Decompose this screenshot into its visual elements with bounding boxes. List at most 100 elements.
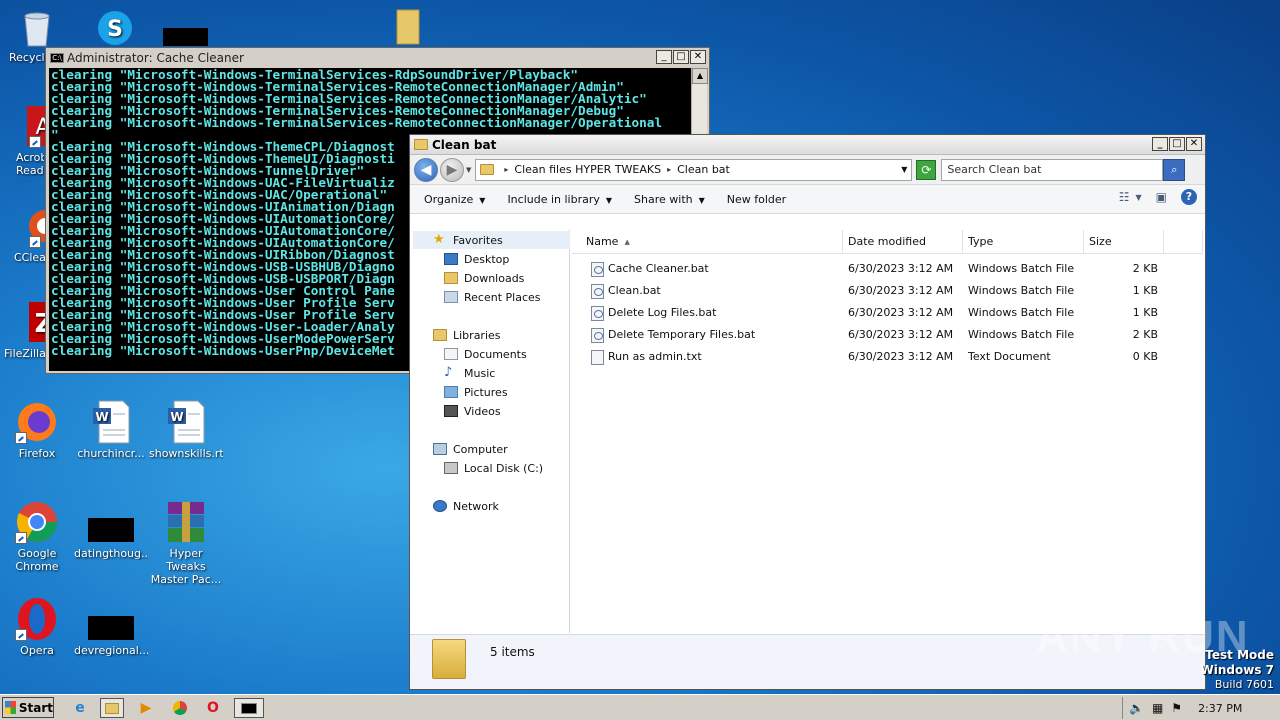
column-header-size[interactable]: Size [1084, 230, 1164, 254]
column-header-name[interactable]: Name ▲ [572, 230, 843, 254]
explorer-titlebar[interactable]: Clean bat _ □ ✕ [410, 135, 1205, 155]
nav-label: Local Disk (C:) [464, 461, 544, 475]
column-header-type[interactable]: Type [963, 230, 1084, 254]
breadcrumb-item[interactable]: Clean bat [677, 163, 730, 176]
nav-item-desktop[interactable]: Desktop [444, 250, 509, 268]
navigation-pane[interactable]: ★ Favorites Desktop Downloads Recent Plac… [413, 230, 570, 633]
volume-icon[interactable]: 🔈 [1129, 701, 1144, 715]
share-with-button[interactable]: Share with ▼ [634, 193, 705, 206]
batch-file-icon [591, 262, 604, 277]
desktop-icon-churchincr[interactable]: W churchincr... [74, 400, 148, 460]
nav-item-favorites[interactable]: ★ Favorites [433, 231, 503, 249]
refresh-icon[interactable]: ⟳ [916, 159, 937, 180]
search-icon[interactable]: ⌕ [1163, 158, 1186, 181]
cmd-titlebar[interactable]: C:\ Administrator: Cache Cleaner _ □ ✕ [46, 48, 709, 68]
shortcut-arrow-icon [15, 629, 27, 641]
desktop-icon-firefox[interactable]: Firefox [0, 400, 74, 460]
nav-item-documents[interactable]: Documents [444, 345, 527, 363]
desktop-icon-folder[interactable] [370, 6, 444, 53]
desktop-icon-chrome[interactable]: Google Chrome [0, 500, 74, 573]
desktop-icon-datingthough[interactable]: datingthoug... [74, 500, 148, 560]
nav-item-downloads[interactable]: Downloads [444, 269, 524, 287]
desktop-icon-shownskills[interactable]: W shownskills.rtf [149, 400, 223, 460]
media-player-icon[interactable]: ▶ [134, 698, 158, 718]
redacted-icon [163, 28, 208, 46]
address-box[interactable]: ▸ Clean files HYPER TWEAKS ▸ Clean bat ▼ [475, 158, 913, 181]
folder-icon [432, 639, 466, 679]
nav-item-music[interactable]: ♪ Music [444, 364, 495, 382]
help-icon[interactable]: ? [1181, 189, 1197, 205]
preview-pane-icon[interactable]: ▣ [1156, 190, 1167, 204]
opera-icon [15, 597, 59, 641]
nav-item-recent-places[interactable]: Recent Places [444, 288, 541, 306]
windows-logo-icon [5, 701, 16, 714]
file-name: Cache Cleaner.bat [608, 262, 709, 275]
forward-button[interactable]: ▶ [440, 157, 464, 182]
text-file-icon [591, 350, 604, 365]
cmd-taskbar-icon[interactable] [234, 698, 264, 718]
clock[interactable]: 2:37 PM [1198, 702, 1242, 715]
view-options-icon[interactable]: ☷ [1119, 190, 1130, 204]
file-row[interactable]: Delete Log Files.bat 6/30/2023 3:12 AM Win… [572, 302, 1172, 324]
desktop-icon-opera[interactable]: Opera [0, 597, 74, 657]
nav-item-videos[interactable]: Videos [444, 402, 501, 420]
opera-taskbar-icon[interactable]: O [201, 698, 225, 718]
file-row[interactable]: Cache Cleaner.bat 6/30/2023 3:12 AM Window… [572, 258, 1172, 280]
close-button[interactable]: ✕ [1186, 137, 1202, 151]
column-label: Size [1089, 235, 1112, 248]
organize-button[interactable]: Organize ▼ [424, 193, 485, 206]
sort-ascending-icon: ▲ [624, 237, 630, 246]
breadcrumb-chevron-icon[interactable]: ▸ [504, 165, 508, 174]
view-dropdown-icon[interactable]: ▼ [1136, 193, 1142, 202]
include-in-library-button[interactable]: Include in library ▼ [507, 193, 612, 206]
nav-label: Desktop [464, 252, 510, 266]
new-folder-button[interactable]: New folder [727, 193, 786, 206]
shortcut-arrow-icon [15, 532, 27, 544]
close-button[interactable]: ✕ [690, 50, 706, 64]
start-label: Start [18, 700, 53, 715]
maximize-button[interactable]: □ [673, 50, 689, 64]
explorer-taskbar-icon[interactable] [100, 698, 124, 718]
explorer-window[interactable]: Clean bat _ □ ✕ ◀ ▶ ▼ ▸ Clean files HYPE… [409, 134, 1206, 690]
file-row[interactable]: Run as admin.txt 6/30/2023 3:12 AM Text Do… [572, 346, 1172, 368]
nav-item-computer[interactable]: Computer [433, 440, 508, 458]
internet-explorer-icon[interactable]: e [68, 698, 92, 718]
file-list[interactable]: Name ▲ Date modified Type Size Cache Clea… [572, 230, 1203, 633]
firefox-icon [15, 400, 59, 444]
file-row[interactable]: Clean.bat 6/30/2023 3:12 AM Windows Batch … [572, 280, 1172, 302]
file-date: 6/30/2023 3:12 AM [848, 328, 954, 341]
breadcrumb-item[interactable]: Clean files HYPER TWEAKS [514, 163, 661, 176]
desktop-icon-devregional[interactable]: devregional... [74, 597, 148, 657]
chrome-taskbar-icon[interactable] [168, 698, 192, 718]
flag-icon[interactable]: ⚑ [1171, 701, 1182, 715]
console-icon: C:\ [50, 53, 64, 63]
network-tray-icon[interactable]: ▦ [1152, 701, 1163, 715]
back-button[interactable]: ◀ [414, 157, 438, 182]
desktop-icon-label: Firefox [18, 447, 56, 460]
breadcrumb-chevron-icon[interactable]: ▸ [667, 165, 671, 174]
nav-label: Computer [453, 442, 508, 456]
search-input[interactable]: Search Clean bat [941, 158, 1164, 181]
column-label: Date modified [848, 235, 926, 248]
nav-item-network[interactable]: Network [433, 497, 499, 515]
desktop-icon-hypertweaks[interactable]: Hyper Tweaks Master Pac... [149, 500, 223, 586]
nav-item-local-disk[interactable]: Local Disk (C:) [444, 459, 543, 477]
explorer-title: Clean bat [432, 137, 497, 152]
skype-icon: S [93, 8, 137, 52]
organize-label: Organize [424, 192, 474, 206]
minimize-button[interactable]: _ [656, 50, 672, 64]
maximize-button[interactable]: □ [1169, 137, 1185, 151]
system-tray: 🔈 ▦ ⚑ 2:37 PM [1122, 697, 1280, 719]
nav-item-pictures[interactable]: Pictures [444, 383, 508, 401]
scroll-up-icon[interactable]: ▲ [692, 68, 708, 84]
start-button[interactable]: Start [2, 697, 54, 718]
minimize-button[interactable]: _ [1152, 137, 1168, 151]
videos-icon [444, 405, 458, 417]
column-header-date-modified[interactable]: Date modified [843, 230, 963, 254]
file-name: Delete Temporary Files.bat [608, 328, 756, 341]
file-row[interactable]: Delete Temporary Files.bat 6/30/2023 3:12… [572, 324, 1172, 346]
history-dropdown-icon[interactable]: ▼ [466, 166, 471, 174]
nav-item-libraries[interactable]: Libraries [433, 326, 501, 344]
svg-text:W: W [95, 410, 108, 424]
address-dropdown-icon[interactable]: ▼ [901, 165, 907, 174]
